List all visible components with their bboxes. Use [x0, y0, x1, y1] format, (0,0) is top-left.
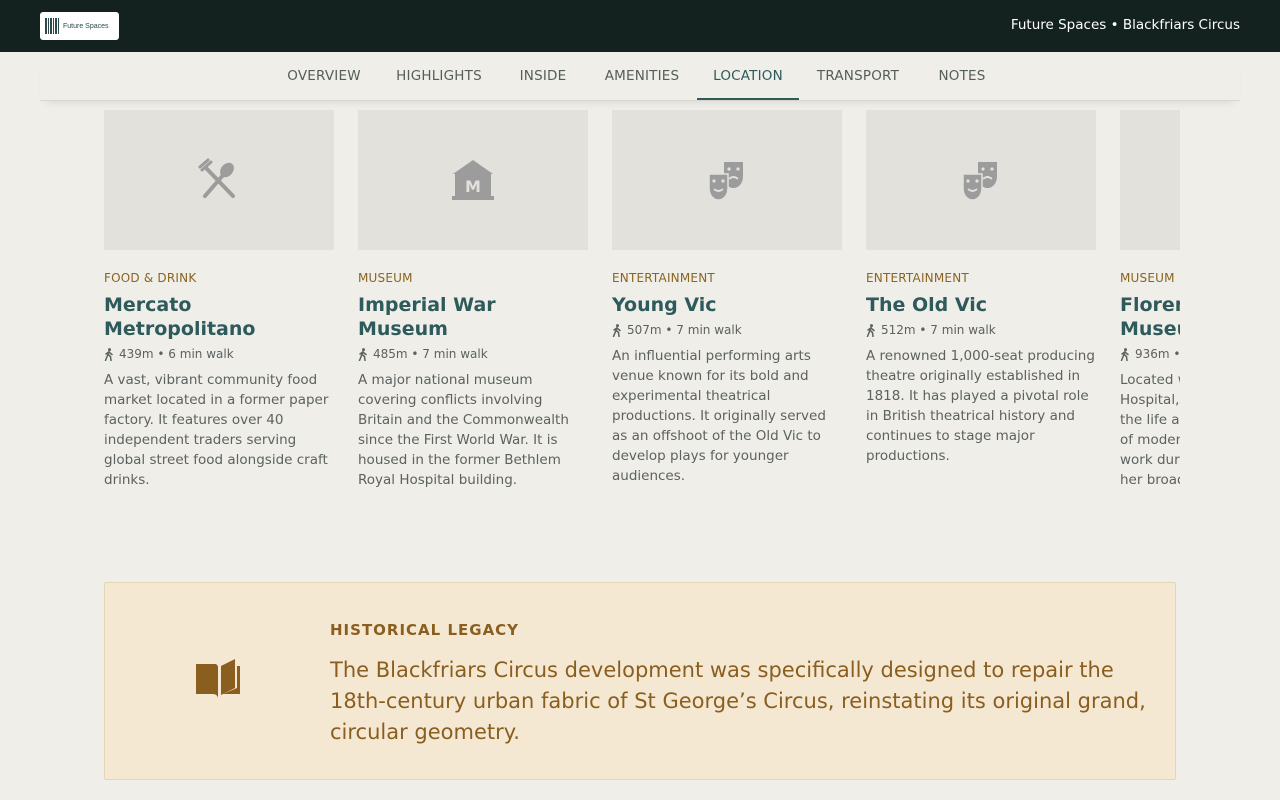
- place-card[interactable]: ENTERTAINMENT The Old Vic 512m • 7 min w…: [866, 110, 1096, 466]
- section-tabs: OVERVIEW HIGHLIGHTS INSIDE AMENITIES LOC…: [40, 52, 1240, 101]
- legacy-text: The Blackfriars Circus development was s…: [330, 658, 1146, 744]
- place-card[interactable]: M MUSEUM Imperial War Museum 485m • 7 mi…: [358, 110, 588, 490]
- card-category: MUSEUM: [1120, 271, 1175, 285]
- card-walk-distance: 485m • 7 min walk: [358, 347, 588, 361]
- card-image: [104, 110, 334, 250]
- place-card[interactable]: ENTERTAINMENT Young Vic 507m • 7 min wal…: [612, 110, 842, 486]
- card-category: ENTERTAINMENT: [612, 271, 715, 285]
- card-title[interactable]: Mercato Metropolitano: [104, 293, 334, 341]
- open-book-icon: [196, 659, 240, 698]
- logo-mark-icon: [45, 18, 59, 34]
- place-card[interactable]: MUSEUM Florence Nightingale Museum 936m …: [1120, 110, 1180, 490]
- historical-legacy-panel: HISTORICAL LEGACY The Blackfriars Circus…: [104, 582, 1176, 780]
- tab-highlights[interactable]: HIGHLIGHTS: [388, 52, 490, 100]
- theater-masks-icon: [962, 162, 997, 201]
- walk-text: 936m • 13 min walk: [1135, 347, 1180, 361]
- svg-text:M: M: [465, 177, 481, 196]
- card-title[interactable]: Young Vic: [612, 293, 842, 317]
- site-title: Future Spaces • Blackfriars Circus: [1010, 17, 1240, 33]
- card-title[interactable]: The Old Vic: [866, 293, 1096, 317]
- walking-icon: [1120, 347, 1129, 361]
- legacy-heading: HISTORICAL LEGACY: [330, 621, 520, 639]
- card-title[interactable]: Imperial War Museum: [358, 293, 588, 341]
- logo[interactable]: Future Spaces: [40, 12, 119, 40]
- card-description: A vast, vibrant community food market lo…: [104, 372, 329, 488]
- walking-icon: [104, 347, 113, 361]
- walk-text: 439m • 6 min walk: [119, 347, 234, 361]
- logo-text: Future Spaces: [63, 22, 109, 30]
- card-description: Located within St Thomas' Hospital, this…: [1120, 372, 1180, 488]
- card-category: FOOD & DRINK: [104, 271, 197, 285]
- theater-masks-icon: [708, 162, 743, 201]
- card-category: MUSEUM: [358, 271, 413, 285]
- card-image: [1120, 110, 1180, 250]
- tab-transport[interactable]: TRANSPORT: [807, 52, 909, 100]
- walking-icon: [358, 347, 367, 361]
- tab-notes[interactable]: NOTES: [925, 52, 999, 100]
- card-walk-distance: 439m • 6 min walk: [104, 347, 334, 361]
- museum-icon: M: [452, 160, 494, 200]
- walk-text: 512m • 7 min walk: [881, 323, 996, 337]
- card-category: ENTERTAINMENT: [866, 271, 969, 285]
- place-card[interactable]: FOOD & DRINK Mercato Metropolitano 439m …: [104, 110, 334, 490]
- walking-icon: [866, 323, 875, 337]
- card-title[interactable]: Florence Nightingale Museum: [1120, 293, 1180, 341]
- tab-location[interactable]: LOCATION: [697, 52, 799, 100]
- card-description: A major national museum covering conflic…: [358, 372, 569, 488]
- card-walk-distance: 512m • 7 min walk: [866, 323, 1096, 337]
- card-walk-distance: 507m • 7 min walk: [612, 323, 842, 337]
- card-description: An influential performing arts venue kno…: [612, 348, 826, 484]
- walking-icon: [612, 323, 621, 337]
- card-image: [612, 110, 842, 250]
- card-image: M: [358, 110, 588, 250]
- fork-knife-icon: [198, 158, 235, 198]
- walk-text: 507m • 7 min walk: [627, 323, 742, 337]
- tab-inside[interactable]: INSIDE: [506, 52, 580, 100]
- tab-amenities[interactable]: AMENITIES: [596, 52, 688, 100]
- card-image: [866, 110, 1096, 250]
- card-description: A renowned 1,000-seat producing theatre …: [866, 348, 1095, 464]
- places-carousel[interactable]: FOOD & DRINK Mercato Metropolitano 439m …: [104, 110, 1180, 510]
- card-walk-distance: 936m • 13 min walk: [1120, 347, 1180, 361]
- top-bar: Future Spaces Future Spaces • Blackfriar…: [0, 0, 1280, 52]
- tab-overview[interactable]: OVERVIEW: [276, 52, 372, 100]
- walk-text: 485m • 7 min walk: [373, 347, 488, 361]
